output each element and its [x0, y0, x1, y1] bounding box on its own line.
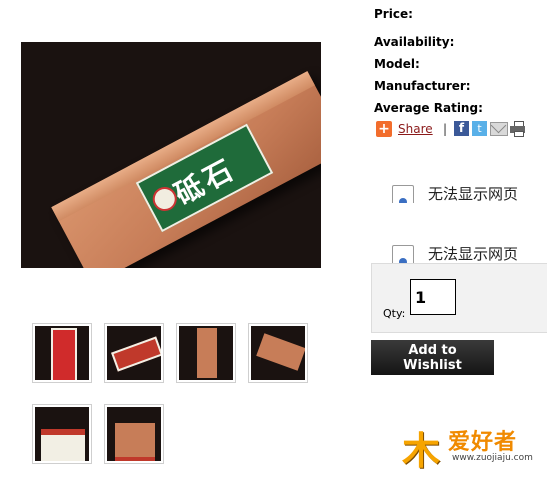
broken-frame-2: 无法显示网页	[392, 243, 542, 263]
qty-label: Qty:	[383, 307, 406, 320]
availability-label: Availability:	[374, 35, 455, 49]
watermark-mark: 木	[402, 428, 441, 473]
thumbnail-4[interactable]	[248, 323, 308, 383]
average-rating-label: Average Rating:	[374, 101, 483, 115]
main-product-image[interactable]: 砥石	[21, 42, 321, 268]
email-icon[interactable]	[490, 122, 508, 136]
quantity-panel: Qty:	[371, 263, 547, 333]
qty-input[interactable]	[410, 279, 456, 315]
share-separator: |	[443, 122, 448, 136]
add-to-wishlist-button[interactable]: Add to Wishlist	[371, 340, 494, 375]
thumbnail-6[interactable]	[104, 404, 164, 464]
print-icon[interactable]	[510, 121, 526, 137]
whetstone-graphic: 砥石	[51, 71, 321, 268]
price-label: Price:	[374, 7, 413, 21]
broken-frame-1: 无法显示网页	[392, 183, 542, 203]
model-label: Model:	[374, 57, 420, 71]
share-link[interactable]: Share	[398, 122, 433, 136]
share-toolbar: + Share | f t	[376, 121, 536, 139]
facebook-icon[interactable]: f	[454, 121, 469, 136]
broken-frame-message: 无法显示网页	[428, 245, 519, 263]
thumbnail-5[interactable]	[32, 404, 92, 464]
manufacturer-label: Manufacturer:	[374, 79, 471, 93]
broken-frame-message: 无法显示网页	[428, 185, 519, 203]
thumbnail-3[interactable]	[176, 323, 236, 383]
watermark-text: 爱好者	[448, 430, 518, 455]
thumbnail-2[interactable]	[104, 323, 164, 383]
site-watermark-logo: 木 爱好者 www.zuojiaju.com	[402, 420, 542, 473]
broken-page-icon	[392, 185, 414, 203]
share-plus-icon[interactable]: +	[376, 121, 392, 137]
broken-page-icon	[392, 245, 414, 263]
watermark-url: www.zuojiaju.com	[452, 453, 533, 463]
thumbnail-1[interactable]	[32, 323, 92, 383]
twitter-icon[interactable]: t	[472, 121, 487, 136]
